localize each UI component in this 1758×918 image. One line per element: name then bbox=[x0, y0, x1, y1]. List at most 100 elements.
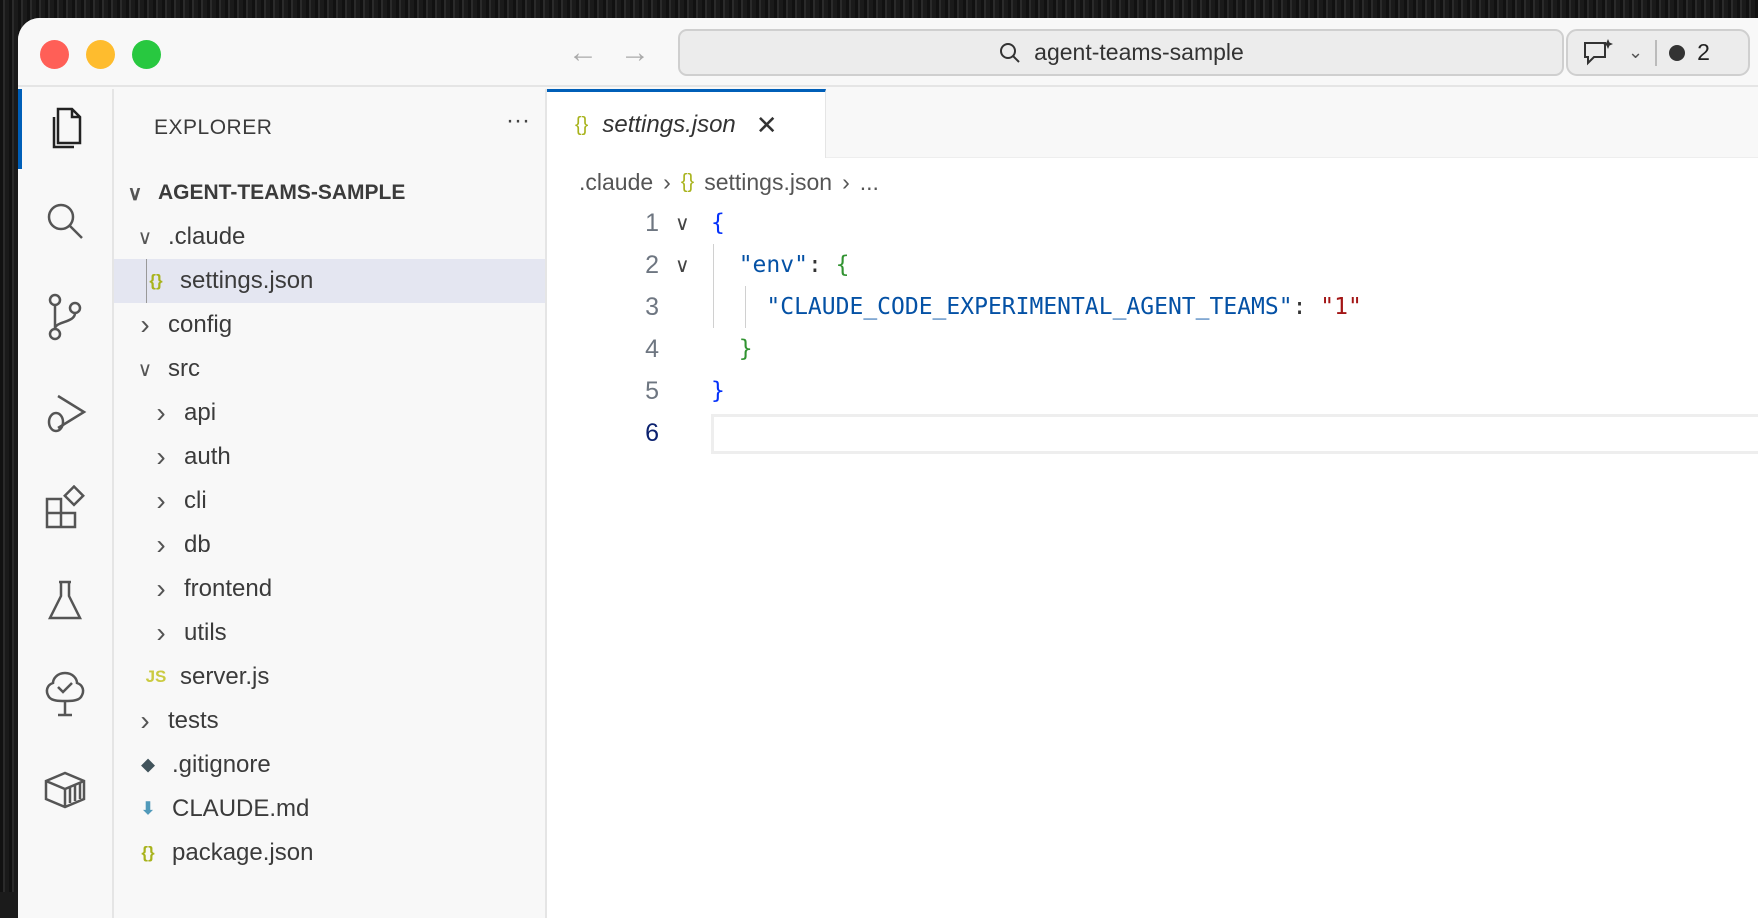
code-token: } bbox=[738, 336, 753, 362]
chevron-down-icon: ∨ bbox=[137, 358, 153, 381]
more-actions-icon[interactable]: ··· bbox=[506, 107, 530, 135]
tree-item-label: src bbox=[168, 355, 200, 382]
tree-item-config[interactable]: › config bbox=[114, 303, 545, 347]
tree-item-utils[interactable]: › utils bbox=[114, 611, 545, 655]
explorer-icon[interactable] bbox=[18, 89, 112, 169]
tree-item-label: frontend bbox=[184, 575, 273, 602]
tree-item-src[interactable]: ∨ src bbox=[114, 347, 545, 391]
js-file-icon: JS bbox=[145, 667, 167, 686]
fold-chevron-icon[interactable]: ∨ bbox=[675, 211, 690, 236]
close-window-button[interactable] bbox=[40, 40, 69, 69]
tree-item-auth[interactable]: › auth bbox=[114, 435, 545, 479]
tab-label: settings.json bbox=[602, 111, 736, 138]
run-debug-icon[interactable] bbox=[18, 373, 112, 453]
tree-item-frontend[interactable]: › frontend bbox=[114, 567, 545, 611]
chevron-right-icon: › bbox=[156, 397, 166, 428]
code-text: "CLAUDE_CODE_EXPERIMENTAL_AGENT_TEAMS": … bbox=[711, 294, 1362, 320]
breadcrumb-folder[interactable]: .claude bbox=[579, 169, 653, 196]
tree-item-label: api bbox=[184, 399, 217, 426]
tree-item-cli[interactable]: › cli bbox=[114, 479, 545, 523]
container-box-icon[interactable] bbox=[18, 749, 112, 829]
breadcrumb: .claude › {} settings.json › ... bbox=[579, 169, 879, 196]
code-line: 3 "CLAUDE_CODE_EXPERIMENTAL_AGENT_TEAMS"… bbox=[547, 286, 1758, 328]
minimize-window-button[interactable] bbox=[86, 40, 115, 69]
md-file-icon: ⬇ bbox=[140, 799, 156, 818]
explorer-title: EXPLORER bbox=[154, 116, 273, 139]
tab-settings-json[interactable]: {} settings.json ✕ bbox=[547, 89, 826, 158]
tree-item-tests[interactable]: › tests bbox=[114, 699, 545, 743]
code-token: : bbox=[1292, 294, 1321, 320]
code-text: "env": { bbox=[711, 252, 850, 278]
chat-controls[interactable]: ⌄ 2 bbox=[1566, 29, 1750, 76]
title-bar: ← → agent-teams-sample ⌄ 2 bbox=[18, 18, 1758, 87]
workspace-root[interactable]: ∨ AGENT-TEAMS-SAMPLE bbox=[114, 171, 545, 215]
tree-item--claude[interactable]: ∨ .claude bbox=[114, 215, 545, 259]
search-icon[interactable] bbox=[18, 181, 112, 261]
code-token: "1" bbox=[1320, 294, 1362, 320]
chevron-right-icon: › bbox=[140, 705, 150, 736]
indent-guide bbox=[146, 259, 147, 303]
tree-item-label: server.js bbox=[180, 663, 270, 690]
tree-item-label: db bbox=[184, 531, 211, 558]
extensions-icon[interactable] bbox=[18, 467, 112, 547]
tree-item-api[interactable]: › api bbox=[114, 391, 545, 435]
code-token: { bbox=[711, 210, 725, 236]
tree-item-db[interactable]: › db bbox=[114, 523, 545, 567]
tab-bar: {} settings.json ✕ bbox=[547, 89, 1758, 158]
code-text: } bbox=[711, 378, 725, 404]
chat-sparkle-icon[interactable] bbox=[1582, 37, 1616, 69]
code-line: 5} bbox=[547, 370, 1758, 412]
line-number: 4 bbox=[645, 334, 659, 363]
chevron-right-icon: › bbox=[156, 441, 166, 472]
line-number: 6 bbox=[645, 418, 659, 447]
code-line: 1 ∨ { bbox=[547, 202, 1758, 244]
chevron-right-icon: › bbox=[663, 169, 671, 195]
json-file-icon: {} bbox=[680, 171, 695, 193]
breadcrumb-symbol[interactable]: ... bbox=[860, 169, 879, 196]
code-token: "CLAUDE_CODE_EXPERIMENTAL_AGENT_TEAMS" bbox=[766, 294, 1293, 320]
close-icon[interactable]: ✕ bbox=[756, 110, 778, 141]
tree-item-label: tests bbox=[168, 707, 219, 734]
tree-item-package-json[interactable]: {} package.json bbox=[114, 831, 545, 875]
code-line: 4 } bbox=[547, 328, 1758, 370]
chevron-down-icon[interactable]: ⌄ bbox=[1628, 42, 1643, 63]
fold-chevron-icon[interactable]: ∨ bbox=[675, 253, 690, 278]
breadcrumb-file[interactable]: settings.json bbox=[704, 169, 832, 196]
code-text: } bbox=[711, 336, 753, 362]
editor-area: {} settings.json ✕ .claude › {} settings.… bbox=[547, 89, 1758, 918]
tree-item-settings-json[interactable]: {} settings.json bbox=[114, 259, 545, 303]
tree-item--gitignore[interactable]: ◆ .gitignore bbox=[114, 743, 545, 787]
testing-flask-icon[interactable] bbox=[18, 561, 112, 641]
code-line: 2 ∨ "env": { bbox=[547, 244, 1758, 286]
maximize-window-button[interactable] bbox=[132, 40, 161, 69]
code-token: "env" bbox=[738, 252, 808, 278]
json-file-icon: {} bbox=[575, 113, 589, 136]
tree-item-server-js[interactable]: JS server.js bbox=[114, 655, 545, 699]
chevron-right-icon: › bbox=[156, 573, 166, 604]
tree-check-icon[interactable] bbox=[18, 653, 112, 733]
chevron-right-icon: › bbox=[842, 169, 850, 195]
vscode-window: ← → agent-teams-sample ⌄ 2 EXPLORER ··· … bbox=[18, 18, 1758, 918]
explorer-sidebar: EXPLORER ··· ∨ AGENT-TEAMS-SAMPLE ∨ .claud… bbox=[114, 89, 547, 918]
line-number: 2 bbox=[645, 250, 659, 279]
chevron-right-icon: › bbox=[156, 617, 166, 648]
tree-item-claude-md[interactable]: ⬇ CLAUDE.md bbox=[114, 787, 545, 831]
back-arrow-icon[interactable]: ← bbox=[568, 36, 598, 70]
command-center-search[interactable]: agent-teams-sample bbox=[678, 29, 1564, 76]
tree-item-label: settings.json bbox=[180, 267, 314, 294]
chevron-down-icon: ∨ bbox=[127, 182, 143, 205]
source-control-icon[interactable] bbox=[18, 277, 112, 357]
tree-item-label: CLAUDE.md bbox=[172, 795, 310, 822]
json-file-icon: {} bbox=[141, 843, 155, 862]
forward-arrow-icon[interactable]: → bbox=[620, 36, 650, 70]
chevron-right-icon: › bbox=[156, 485, 166, 516]
code-line: 6 bbox=[547, 412, 1758, 454]
workspace-root-label: AGENT-TEAMS-SAMPLE bbox=[158, 181, 406, 204]
chevron-down-icon: ∨ bbox=[137, 226, 153, 249]
search-icon bbox=[1000, 42, 1020, 63]
chevron-right-icon: › bbox=[140, 309, 150, 340]
git-file-icon: ◆ bbox=[141, 755, 155, 774]
chevron-right-icon: › bbox=[156, 529, 166, 560]
